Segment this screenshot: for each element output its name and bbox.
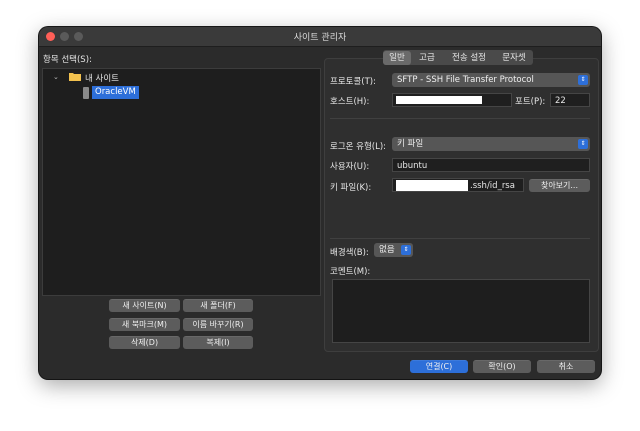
logon-type-value: 키 파일	[397, 139, 424, 149]
tree-root-label[interactable]: 내 사이트	[85, 72, 119, 84]
divider	[330, 118, 590, 119]
host-label: 호스트(H):	[330, 97, 370, 107]
tab-general[interactable]: 일반	[383, 51, 411, 65]
port-field[interactable]: 22	[550, 93, 590, 107]
browse-button[interactable]: 찾아보기...	[529, 179, 590, 192]
port-label: 포트(P):	[515, 97, 546, 107]
protocol-label: 프로토콜(T):	[330, 77, 376, 87]
ok-button[interactable]: 확인(O)	[473, 360, 531, 373]
tree-site-item[interactable]: OracleVM	[92, 86, 139, 99]
tab-charset[interactable]: 문자셋	[497, 51, 531, 65]
user-field[interactable]: ubuntu	[392, 158, 590, 172]
connect-button[interactable]: 연결(C)	[410, 360, 468, 373]
new-folder-button[interactable]: 새 폴더(F)	[183, 299, 253, 312]
title-bar: 사이트 관리자	[39, 27, 601, 47]
protocol-value: SFTP - SSH File Transfer Protocol	[397, 75, 534, 85]
chevron-down-icon[interactable]: ⌄	[53, 73, 59, 81]
bgcolor-value: 없음	[379, 245, 395, 255]
logon-type-label: 로그온 유형(L):	[330, 142, 387, 152]
updown-arrows-icon: ⇕	[401, 245, 411, 255]
divider	[330, 238, 590, 239]
new-bookmark-button[interactable]: 새 북마크(M)	[109, 318, 180, 331]
delete-button[interactable]: 삭제(D)	[109, 336, 180, 349]
logon-type-select[interactable]: 키 파일 ⇕	[392, 137, 590, 151]
redaction-mark	[396, 96, 482, 104]
updown-arrows-icon: ⇕	[578, 139, 588, 149]
tab-advanced[interactable]: 고급	[415, 51, 439, 65]
rename-button[interactable]: 이름 바꾸기(R)	[183, 318, 253, 331]
site-manager-window: 사이트 관리자 항목 선택(S): ⌄ 내 사이트 OracleVM 새 사이트…	[39, 27, 601, 379]
protocol-select[interactable]: SFTP - SSH File Transfer Protocol ⇕	[392, 73, 590, 87]
window-title: 사이트 관리자	[293, 33, 347, 43]
bgcolor-label: 배경색(B):	[330, 248, 369, 258]
duplicate-button[interactable]: 복제(I)	[183, 336, 253, 349]
keyfile-label: 키 파일(K):	[330, 183, 372, 193]
site-tree[interactable]: ⌄ 내 사이트 OracleVM	[42, 68, 321, 296]
user-label: 사용자(U):	[330, 162, 370, 172]
comment-textarea[interactable]	[332, 279, 590, 343]
server-icon	[83, 87, 89, 99]
bgcolor-select[interactable]: 없음 ⇕	[374, 243, 413, 257]
redaction-mark	[396, 180, 468, 191]
select-entry-label: 항목 선택(S):	[43, 55, 92, 65]
tab-transfer-settings[interactable]: 전송 설정	[447, 51, 491, 65]
new-site-button[interactable]: 새 사이트(N)	[109, 299, 180, 312]
comment-label: 코멘트(M):	[330, 267, 371, 277]
folder-icon	[69, 72, 81, 81]
cancel-button[interactable]: 취소	[537, 360, 595, 373]
updown-arrows-icon: ⇕	[578, 75, 588, 85]
